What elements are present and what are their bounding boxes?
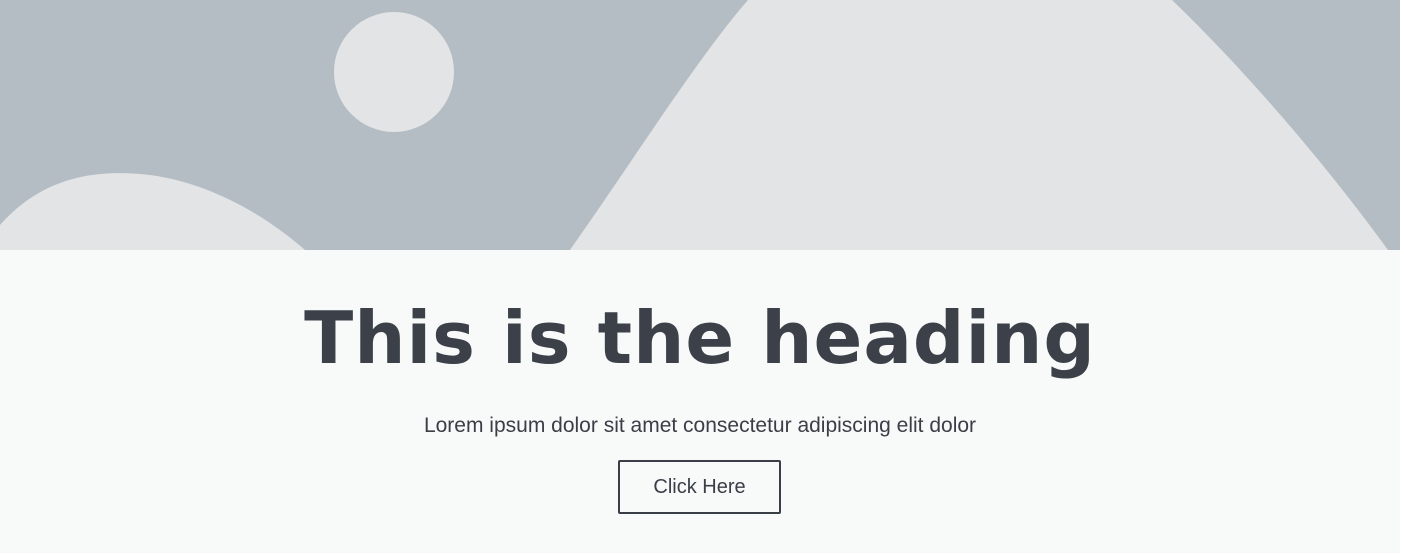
hero-content: This is the heading Lorem ipsum dolor si… xyxy=(0,250,1400,553)
page: This is the heading Lorem ipsum dolor si… xyxy=(0,0,1400,553)
hero-subtext: Lorem ipsum dolor sit amet consectetur a… xyxy=(423,414,977,437)
placeholder-sun xyxy=(334,12,454,132)
click-here-button[interactable]: Click Here xyxy=(618,460,781,514)
page-heading: This is the heading xyxy=(304,296,1096,380)
hero-placeholder-image xyxy=(0,0,1400,250)
